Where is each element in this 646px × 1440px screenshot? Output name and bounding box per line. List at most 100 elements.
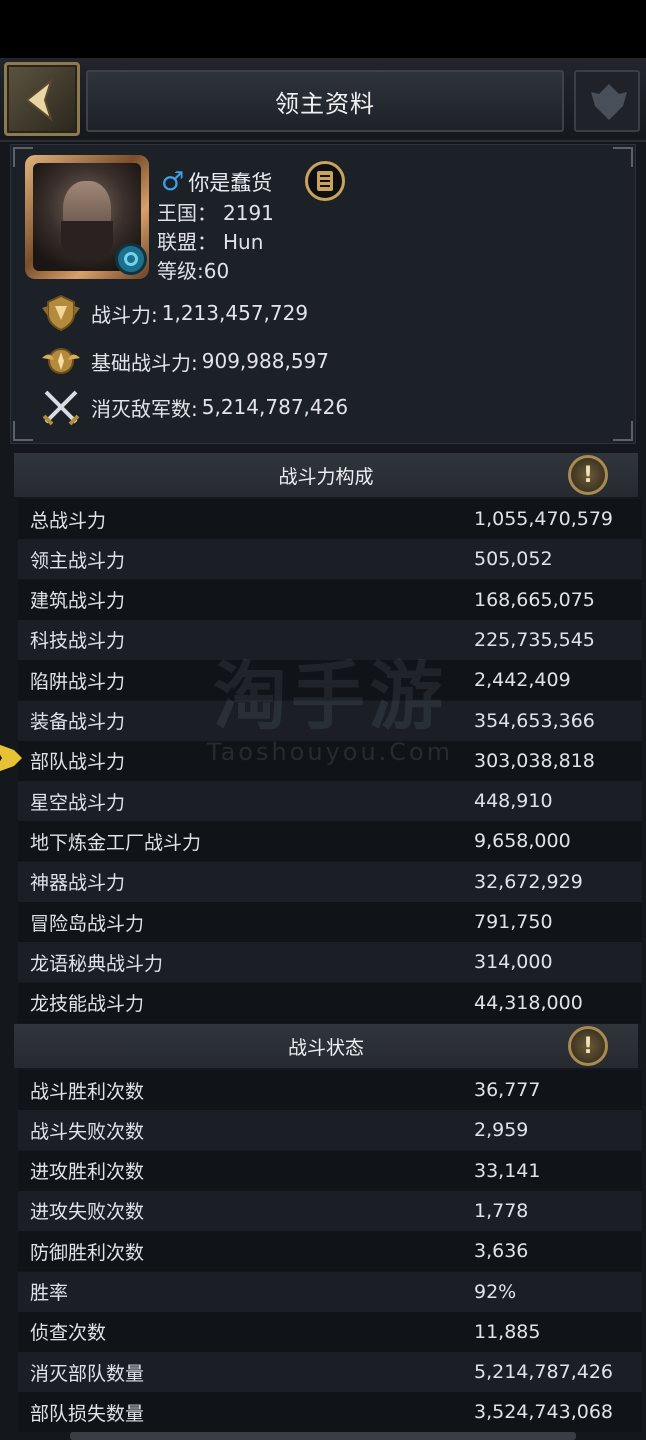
- base-power-stat: 基础战斗力: 909,988,597: [39, 339, 329, 383]
- row-label: 冒险岛战斗力: [30, 912, 145, 935]
- row-label: 总战斗力: [30, 509, 107, 532]
- table-row: 陷阱战斗力 2,442,409: [18, 660, 642, 701]
- shield-wings-icon: [39, 291, 83, 335]
- row-value: 32,672,929: [474, 870, 583, 893]
- scroll-indicator[interactable]: [70, 1432, 576, 1440]
- row-value: 1,055,470,579: [474, 508, 614, 530]
- male-gender-icon: ♂: [161, 167, 185, 197]
- row-label: 星空战斗力: [30, 791, 126, 814]
- power-composition-header: 战斗力构成 !: [14, 453, 638, 497]
- row-value: 3,524,743,068: [474, 1401, 614, 1424]
- table-row: 部队战斗力 303,038,818: [18, 740, 642, 781]
- row-label: 进攻失败次数: [30, 1201, 145, 1224]
- header-bar: 领主资料: [0, 58, 646, 142]
- row-value: 505,052: [474, 548, 553, 571]
- table-row: 龙技能战斗力 44,318,000: [18, 982, 642, 1023]
- row-label: 进攻胜利次数: [30, 1161, 145, 1184]
- table-row: 冒险岛战斗力 791,750: [18, 902, 642, 942]
- row-value: 11,885: [474, 1320, 541, 1343]
- power-composition-title: 战斗力构成: [278, 465, 374, 488]
- kills-stat-label: 消灭敌军数:: [91, 396, 198, 421]
- row-value: 2,442,409: [474, 669, 571, 692]
- exclamation-icon: !: [582, 462, 594, 488]
- row-label: 领主战斗力: [30, 549, 126, 572]
- row-value: 225,735,545: [474, 628, 595, 651]
- winged-emblem-icon: [39, 339, 83, 383]
- battle-status-title: 战斗状态: [287, 1036, 364, 1059]
- exclamation-icon: !: [582, 1033, 594, 1059]
- table-row: 星空战斗力 448,910: [18, 781, 642, 822]
- battle-info-button[interactable]: !: [568, 1026, 608, 1066]
- row-label: 地下炼金工厂战斗力: [30, 831, 202, 854]
- row-label: 战斗胜利次数: [30, 1080, 145, 1103]
- row-label: 胜率: [30, 1282, 69, 1304]
- kills-stat-value: 5,214,787,426: [201, 395, 349, 419]
- table-row: 总战斗力 1,055,470,579: [18, 499, 642, 539]
- corner-ornament: [613, 147, 633, 167]
- row-label: 战斗失败次数: [30, 1120, 145, 1143]
- base-power-stat-label: 基础战斗力:: [91, 350, 198, 375]
- kingdom-value: 2191: [223, 201, 274, 225]
- back-button[interactable]: [4, 62, 80, 136]
- table-row: 科技战斗力 225,735,545: [18, 619, 642, 660]
- power-stat-label: 战斗力:: [91, 302, 158, 327]
- row-value: 9,658,000: [474, 830, 571, 853]
- row-value: 1,778: [474, 1199, 529, 1222]
- row-value: 3,636: [474, 1240, 529, 1263]
- row-value: 36,777: [474, 1079, 541, 1101]
- profile-panel: ♂ 你是蠢货 王国： 2191 联盟： Hun 等级:60 战斗力: 1,213,4…: [10, 144, 636, 444]
- row-label: 神器战斗力: [30, 872, 126, 895]
- row-label: 龙语秘典战斗力: [30, 952, 164, 975]
- crossed-swords-icon: [39, 385, 83, 429]
- row-value: 448,910: [474, 790, 553, 813]
- avatar[interactable]: [25, 155, 149, 279]
- power-info-button[interactable]: !: [568, 455, 608, 495]
- player-name: 你是蠢货: [188, 171, 273, 195]
- row-value: 44,318,000: [474, 991, 583, 1014]
- row-label: 建筑战斗力: [30, 590, 126, 613]
- power-stat: 战斗力: 1,213,457,729: [39, 291, 308, 335]
- row-label: 装备战斗力: [30, 711, 126, 733]
- row-label: 陷阱战斗力: [30, 670, 126, 693]
- base-power-stat-value: 909,988,597: [201, 349, 329, 373]
- status-bar: [0, 0, 646, 58]
- row-label: 防御胜利次数: [30, 1241, 145, 1264]
- alliance-emblem-button[interactable]: [574, 70, 640, 132]
- page-title-plate: 领主资料: [86, 70, 564, 132]
- corner-ornament: [613, 421, 633, 441]
- table-row: 战斗胜利次数 36,777: [18, 1070, 642, 1110]
- table-row: 侦查次数 11,885: [18, 1311, 642, 1352]
- table-row: 胜率 92%: [18, 1271, 642, 1312]
- alliance-info: 联盟： Hun: [157, 226, 263, 255]
- table-row: 进攻胜利次数 33,141: [18, 1150, 642, 1191]
- avatar-beard: [61, 221, 113, 261]
- table-row: 进攻失败次数 1,778: [18, 1190, 642, 1231]
- alliance-value: Hun: [223, 230, 264, 254]
- row-label: 侦查次数: [30, 1322, 107, 1345]
- table-row: 建筑战斗力 168,665,075: [18, 579, 642, 620]
- document-icon: [317, 171, 333, 191]
- row-value: 354,653,366: [474, 709, 595, 732]
- row-value: 791,750: [474, 911, 553, 933]
- kingdom-info: 王国： 2191: [157, 197, 274, 226]
- table-row: 地下炼金工厂战斗力 9,658,000: [18, 821, 642, 862]
- avatar-badge-icon: [115, 243, 147, 275]
- level-value: 60: [203, 259, 230, 283]
- row-value: 314,000: [474, 951, 553, 974]
- row-value: 92%: [474, 1280, 517, 1303]
- row-value: 33,141: [474, 1159, 541, 1182]
- corner-ornament: [13, 421, 33, 441]
- row-value: 2,959: [474, 1119, 529, 1142]
- row-label: 部队损失数量: [30, 1402, 145, 1425]
- row-label: 科技战斗力: [30, 630, 126, 653]
- side-emblem-icon: [0, 744, 22, 772]
- kingdom-label: 王国：: [157, 201, 217, 225]
- row-label: 龙技能战斗力: [30, 993, 145, 1016]
- table-row: 消灭部队数量 5,214,787,426: [18, 1352, 642, 1393]
- table-row: 龙语秘典战斗力 314,000: [18, 942, 642, 983]
- row-label: 部队战斗力: [30, 751, 126, 774]
- kills-stat: 消灭敌军数: 5,214,787,426: [39, 385, 348, 429]
- notes-button[interactable]: [305, 161, 345, 201]
- battle-status-header: 战斗状态 !: [14, 1024, 638, 1068]
- table-row: 防御胜利次数 3,636: [18, 1231, 642, 1272]
